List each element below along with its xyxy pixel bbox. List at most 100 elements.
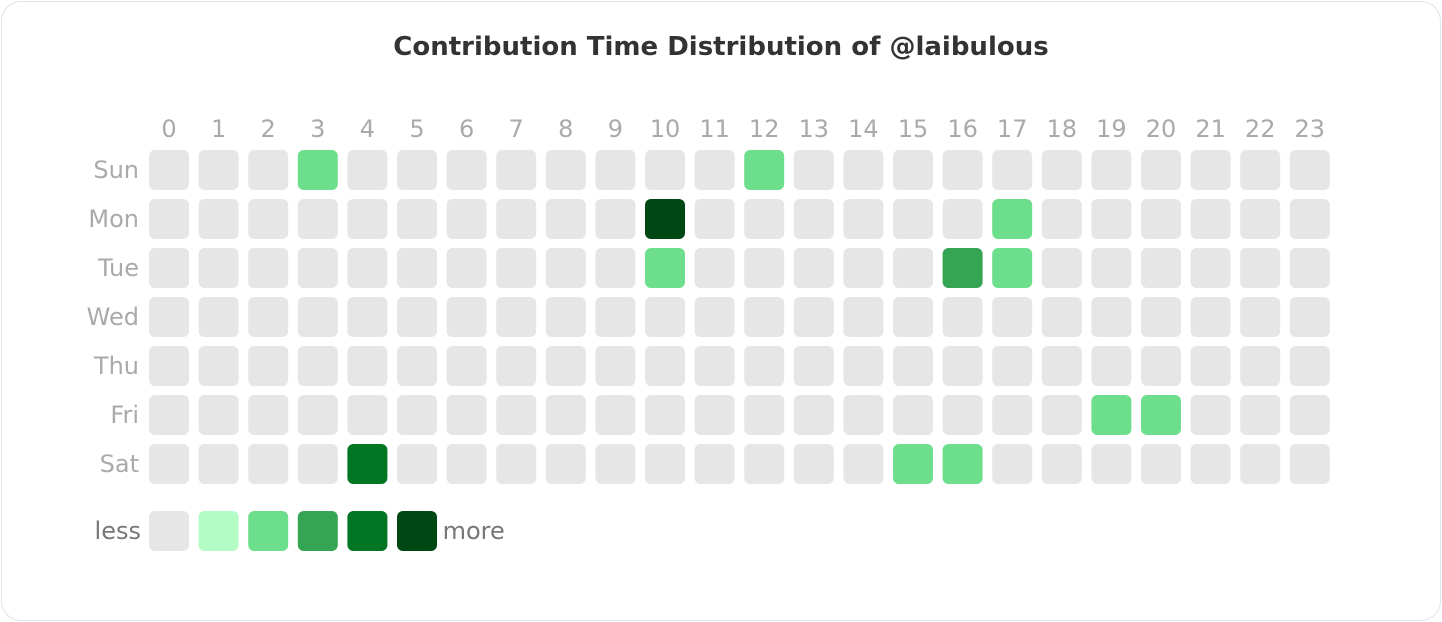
heatmap-cell bbox=[744, 395, 785, 435]
heatmap-cell bbox=[297, 297, 338, 337]
heatmap-cell bbox=[843, 444, 884, 484]
day-label: Wed bbox=[87, 303, 139, 331]
heatmap-cell bbox=[744, 150, 785, 190]
heatmap-cell bbox=[1041, 248, 1082, 288]
heatmap-cell bbox=[545, 199, 586, 239]
heatmap-cell bbox=[545, 150, 586, 190]
heatmap-cell bbox=[645, 199, 685, 239]
heatmap-cell bbox=[942, 297, 983, 337]
legend-swatch bbox=[297, 511, 338, 551]
hour-label: 13 bbox=[799, 115, 830, 143]
legend-swatch bbox=[198, 511, 239, 551]
heatmap-cell bbox=[1091, 346, 1132, 386]
heatmap-cell bbox=[149, 248, 189, 288]
hour-label: 5 bbox=[409, 115, 424, 143]
heatmap-cell bbox=[645, 395, 685, 435]
heatmap-cell bbox=[446, 248, 487, 288]
heatmap-cell bbox=[496, 248, 537, 288]
heatmap-cell bbox=[645, 150, 685, 190]
heatmap-cell bbox=[893, 444, 933, 484]
heatmap-cell bbox=[694, 444, 735, 484]
hour-label: 3 bbox=[310, 115, 325, 143]
heatmap-cell bbox=[1141, 199, 1181, 239]
heatmap-cell bbox=[595, 248, 636, 288]
heatmap-cell bbox=[843, 248, 884, 288]
heatmap-cell bbox=[942, 395, 983, 435]
heatmap-cell bbox=[893, 248, 933, 288]
heatmap-cell bbox=[893, 346, 933, 386]
heatmap-cell bbox=[992, 346, 1033, 386]
heatmap-cell bbox=[1240, 248, 1281, 288]
heatmap-cell bbox=[1091, 199, 1132, 239]
heatmap-cell bbox=[893, 297, 933, 337]
hour-label: 1 bbox=[211, 115, 226, 143]
heatmap-cell bbox=[1190, 297, 1231, 337]
heatmap-cell bbox=[744, 297, 785, 337]
heatmap-cell bbox=[843, 199, 884, 239]
heatmap-cell bbox=[347, 150, 388, 190]
hour-label: 19 bbox=[1096, 115, 1127, 143]
heatmap-cell bbox=[1041, 199, 1082, 239]
heatmap-cell bbox=[1240, 297, 1281, 337]
hour-label: 2 bbox=[261, 115, 276, 143]
heatmap-cell bbox=[496, 395, 537, 435]
heatmap-cell bbox=[248, 297, 289, 337]
heatmap-cell bbox=[545, 248, 586, 288]
heatmap-cell bbox=[1190, 199, 1231, 239]
legend-more-label: more bbox=[443, 517, 505, 545]
hour-label: 9 bbox=[608, 115, 623, 143]
heatmap-cell bbox=[992, 150, 1033, 190]
heatmap-cell bbox=[496, 346, 537, 386]
heatmap-cell bbox=[1240, 199, 1281, 239]
heatmap-cell bbox=[297, 199, 338, 239]
heatmap-cell bbox=[793, 150, 834, 190]
heatmap-cell bbox=[248, 248, 289, 288]
heatmap-cell bbox=[248, 199, 289, 239]
heatmap-cell bbox=[248, 346, 289, 386]
heatmap-cell bbox=[645, 248, 685, 288]
heatmap-cell bbox=[843, 297, 884, 337]
heatmap-cell bbox=[793, 297, 834, 337]
heatmap-cell bbox=[1141, 150, 1181, 190]
heatmap-cell bbox=[1141, 248, 1181, 288]
heatmap-cell bbox=[744, 199, 785, 239]
heatmap-cell bbox=[744, 248, 785, 288]
heatmap-cell bbox=[446, 150, 487, 190]
heatmap-cell bbox=[297, 395, 338, 435]
heatmap-cell bbox=[843, 346, 884, 386]
hour-label: 12 bbox=[749, 115, 780, 143]
heatmap-cell bbox=[942, 346, 983, 386]
heatmap-cell bbox=[397, 395, 437, 435]
heatmap-cell bbox=[198, 297, 239, 337]
heatmap-cell bbox=[1240, 150, 1281, 190]
heatmap-cell bbox=[297, 346, 338, 386]
hour-label: 8 bbox=[558, 115, 573, 143]
heatmap-cell bbox=[1190, 346, 1231, 386]
hour-label: 10 bbox=[650, 115, 681, 143]
heatmap-cell bbox=[446, 346, 487, 386]
day-label: Sun bbox=[93, 156, 139, 184]
heatmap-cell bbox=[1141, 395, 1181, 435]
heatmap-cell bbox=[694, 395, 735, 435]
heatmap-cell bbox=[545, 444, 586, 484]
heatmap-cell bbox=[1289, 248, 1330, 288]
heatmap-cell bbox=[744, 346, 785, 386]
legend-swatch bbox=[248, 511, 289, 551]
hour-label: 4 bbox=[360, 115, 375, 143]
heatmap-cell bbox=[297, 150, 338, 190]
heatmap-cell bbox=[347, 199, 388, 239]
heatmap-cell bbox=[198, 248, 239, 288]
heatmap-cell bbox=[198, 444, 239, 484]
heatmap-cell bbox=[1091, 248, 1132, 288]
heatmap-cell bbox=[248, 150, 289, 190]
heatmap-cell bbox=[446, 444, 487, 484]
heatmap-cell bbox=[496, 297, 537, 337]
heatmap-cell bbox=[793, 199, 834, 239]
hour-label: 20 bbox=[1146, 115, 1177, 143]
heatmap-cell bbox=[297, 444, 338, 484]
heatmap-cell bbox=[1240, 444, 1281, 484]
heatmap-cell bbox=[1091, 395, 1132, 435]
heatmap-cell bbox=[149, 297, 189, 337]
heatmap-cell bbox=[1190, 444, 1231, 484]
heatmap-cell bbox=[942, 444, 983, 484]
